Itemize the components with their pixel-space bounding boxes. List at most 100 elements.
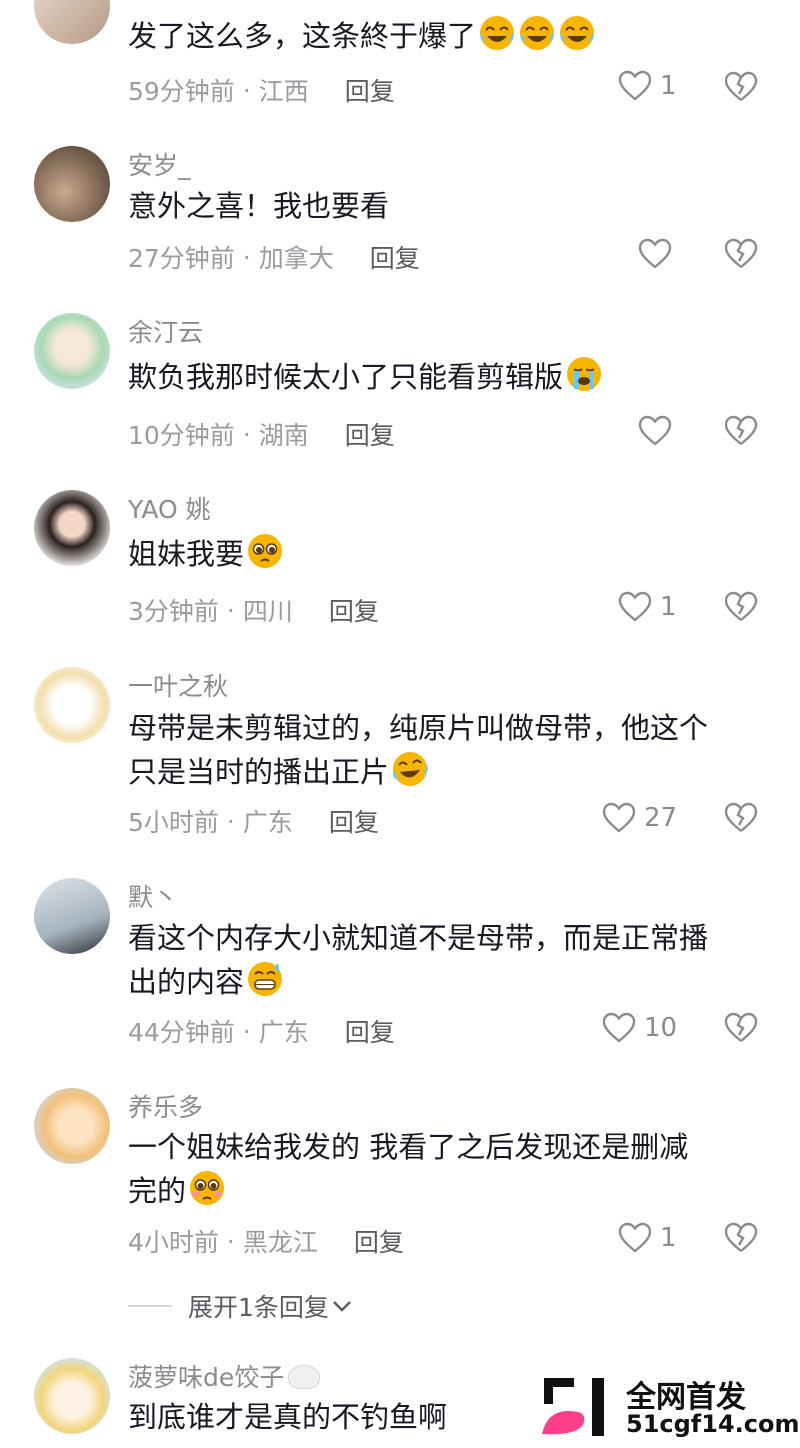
heart-icon	[602, 802, 636, 833]
chevron-down-icon	[333, 1301, 351, 1312]
username[interactable]: 余汀云	[128, 313, 203, 349]
like-count: 27	[644, 803, 678, 833]
comment-meta: 10分钟前 · 湖南 回复	[128, 416, 395, 452]
comment-text: 到底谁才是真的不钓鱼啊	[128, 1400, 448, 1434]
comment-location: 江西	[258, 77, 309, 106]
user-avatar[interactable]	[34, 0, 110, 44]
crying-emoji	[565, 355, 603, 393]
comment-text-line: 看这个内存大小就知道不是母带，而是正常播	[128, 921, 709, 955]
heart-icon	[618, 70, 652, 101]
broken-heart-icon[interactable]	[724, 1222, 758, 1254]
comment-text-line: 完的	[128, 1169, 226, 1213]
comment-location: 广东	[258, 1018, 309, 1047]
username[interactable]: 安岁_	[128, 146, 191, 182]
comment-time: 59分钟前	[128, 77, 235, 106]
broken-heart-icon[interactable]	[724, 415, 758, 447]
reply-button[interactable]: 回复	[345, 1013, 395, 1049]
comment-text: 意外之喜！我也要看	[128, 189, 390, 223]
dumpling-icon	[288, 1365, 321, 1389]
crying-blush-emoji	[188, 1169, 226, 1207]
laugh-cry-emoji	[478, 14, 516, 52]
separator-dot: ·	[242, 419, 251, 449]
laugh-tears-emoji	[391, 750, 429, 788]
like-button[interactable]: 1	[618, 591, 677, 623]
comment-meta: 59分钟前 · 江西 回复	[128, 72, 395, 108]
watermark-logo-icon	[542, 1378, 604, 1436]
separator-dot: ·	[226, 806, 235, 836]
comment-location: 广东	[242, 808, 293, 837]
heart-icon	[638, 238, 672, 269]
comment-text-line: 母带是未剪辑过的，纯原片叫做母带，他这个	[128, 711, 709, 745]
pleading-emoji	[246, 532, 284, 570]
comment-meta: 3分钟前 · 四川 回复	[128, 592, 379, 628]
like-count: 10	[644, 1013, 678, 1043]
broken-heart-icon[interactable]	[724, 1012, 758, 1044]
comment-text-line: 一个姐妹给我发的 我看了之后发现还是删减	[128, 1130, 689, 1164]
broken-heart-icon[interactable]	[724, 238, 758, 270]
reply-button[interactable]: 回复	[329, 592, 379, 628]
comment-time: 4小时前	[128, 1228, 219, 1257]
laugh-cry-emoji	[558, 14, 596, 52]
separator-dot: ·	[226, 1226, 235, 1256]
laugh-cry-emoji	[518, 14, 556, 52]
user-avatar[interactable]	[34, 1088, 110, 1164]
divider	[128, 1305, 172, 1307]
comment-text: 发了这么多，这条終于爆了	[128, 14, 596, 58]
expand-replies-label: 展开1条回复	[188, 1293, 329, 1322]
comment-location: 加拿大	[258, 244, 334, 273]
reply-button[interactable]: 回复	[329, 803, 379, 839]
like-button[interactable]: 10	[602, 1012, 677, 1044]
heart-icon	[618, 591, 652, 622]
comment-text: 姐妹我要	[128, 532, 284, 576]
comment-location: 四川	[242, 597, 293, 626]
comment-time: 5小时前	[128, 808, 219, 837]
comment-meta: 4小时前 · 黑龙江 回复	[128, 1223, 404, 1259]
like-button[interactable]: 1	[618, 1222, 677, 1254]
reply-button[interactable]: 回复	[370, 239, 420, 275]
username[interactable]: 一叶之秋	[128, 667, 228, 703]
comment-meta: 5小时前 · 广东 回复	[128, 803, 379, 839]
username[interactable]: 养乐多	[128, 1088, 203, 1124]
comment-time: 27分钟前	[128, 244, 235, 273]
comment-text-line: 出的内容	[128, 960, 284, 1004]
heart-icon	[638, 415, 672, 446]
broken-heart-icon[interactable]	[724, 802, 758, 834]
watermark: 全网首发 51cgf14.com	[540, 1372, 799, 1442]
user-avatar[interactable]	[34, 146, 110, 222]
user-avatar[interactable]	[34, 490, 110, 566]
like-button[interactable]: 1	[618, 70, 677, 102]
user-avatar[interactable]	[34, 878, 110, 954]
comment-location: 黑龙江	[242, 1228, 318, 1257]
reply-button[interactable]: 回复	[354, 1223, 404, 1259]
like-count: 1	[660, 71, 677, 101]
comment-meta: 27分钟前 · 加拿大 回复	[128, 239, 420, 275]
username[interactable]: YAO 姚	[128, 490, 211, 526]
like-button[interactable]	[638, 238, 672, 270]
expand-replies-button[interactable]: 展开1条回复	[128, 1288, 355, 1324]
comment-location: 湖南	[258, 421, 309, 450]
like-button[interactable]	[638, 415, 672, 447]
username[interactable]: 菠萝味de饺子	[128, 1358, 321, 1394]
separator-dot: ·	[242, 242, 251, 272]
separator-dot: ·	[242, 1016, 251, 1046]
comment-time: 3分钟前	[128, 597, 219, 626]
like-count: 1	[660, 592, 677, 622]
username[interactable]: 默丶	[128, 878, 178, 914]
user-avatar[interactable]	[34, 313, 110, 389]
comment-time: 10分钟前	[128, 421, 235, 450]
comment-text-line: 只是当时的播出正片	[128, 750, 429, 794]
separator-dot: ·	[242, 75, 251, 105]
comment-text: 欺负我那时候太小了只能看剪辑版	[128, 355, 603, 399]
user-avatar[interactable]	[34, 1358, 110, 1434]
heart-icon	[602, 1012, 636, 1043]
heart-icon	[618, 1222, 652, 1253]
like-button[interactable]: 27	[602, 802, 677, 834]
reply-button[interactable]: 回复	[345, 416, 395, 452]
broken-heart-icon[interactable]	[724, 71, 758, 103]
comment-meta: 44分钟前 · 广东 回复	[128, 1013, 395, 1049]
like-count: 1	[660, 1223, 677, 1253]
comment-time: 44分钟前	[128, 1018, 235, 1047]
reply-button[interactable]: 回复	[345, 72, 395, 108]
broken-heart-icon[interactable]	[724, 591, 758, 623]
user-avatar[interactable]	[34, 667, 110, 743]
